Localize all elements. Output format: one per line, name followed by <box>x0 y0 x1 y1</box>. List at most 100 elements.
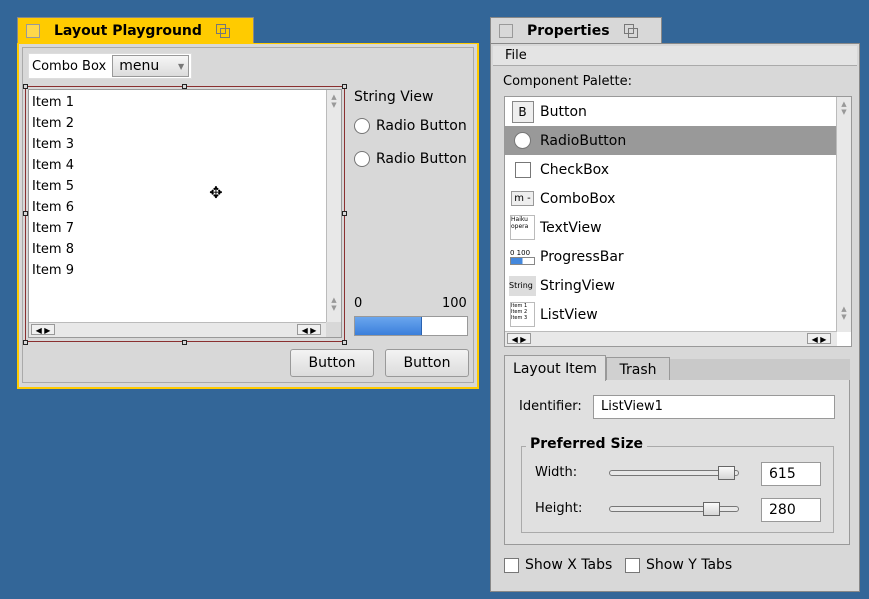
list-item[interactable]: Item 1 <box>29 92 74 113</box>
show-x-tabs-checkbox[interactable]: Show X Tabs <box>504 557 612 573</box>
height-slider-knob[interactable] <box>703 502 720 516</box>
stringview-preview-icon: String <box>509 272 536 299</box>
horizontal-scrollbar[interactable]: ◀ ▶ ◀ ▶ <box>29 322 327 337</box>
button-2[interactable]: Button <box>385 349 469 377</box>
palette-item-radiobutton[interactable]: RadioButton <box>505 126 836 155</box>
resize-handle-se[interactable] <box>342 340 347 345</box>
vertical-scrollbar[interactable]: ▲ ▼ ▲ ▼ <box>326 90 341 323</box>
combo-box-label: Combo Box <box>32 58 107 74</box>
identifier-label: Identifier: <box>519 399 582 414</box>
menu-file[interactable]: File <box>505 48 527 63</box>
component-palette-label: Component Palette: <box>503 74 633 89</box>
properties-window-tab[interactable]: Properties <box>490 17 662 43</box>
list-view[interactable]: Item 1 Item 2 Item 3 Item 4 Item 5 Item 6 Item… <box>28 89 342 338</box>
resize-handle-sw[interactable] <box>23 340 28 345</box>
close-box-icon[interactable] <box>499 23 513 38</box>
radio-button-1[interactable]: Radio Button <box>354 118 467 134</box>
tab-trash[interactable]: Trash <box>606 357 670 381</box>
scroll-up-arrow-icon[interactable]: ▲ ▼ <box>839 100 849 116</box>
tab-trash-label: Trash <box>619 361 657 378</box>
checkbox-icon <box>625 557 640 573</box>
close-box-icon[interactable] <box>26 23 40 38</box>
resize-handle-ne[interactable] <box>342 84 347 89</box>
list-item[interactable]: Item 6 <box>29 197 74 218</box>
menu-dropdown-icon: ▼ <box>178 61 185 71</box>
radio-button-2-label: Radio Button <box>376 151 467 167</box>
list-item[interactable]: Item 8 <box>29 239 74 260</box>
palette-item-button[interactable]: B Button <box>505 97 836 126</box>
resize-handle-n[interactable] <box>182 84 187 89</box>
resize-handle-nw[interactable] <box>23 84 28 89</box>
radio-button-2[interactable]: Radio Button <box>354 151 467 167</box>
width-label: Width: <box>535 465 578 480</box>
tab-strip-fill <box>670 359 850 381</box>
palette-item-label: TextView <box>540 219 602 236</box>
scroll-down-arrow-icon[interactable]: ▲ ▼ <box>839 305 849 321</box>
progress-max-label: 100 <box>442 296 467 311</box>
palette-item-textview[interactable]: Haiku opera TextView <box>505 213 836 242</box>
palette-item-label: ListView <box>540 306 598 323</box>
scroll-left-right-end-icon[interactable]: ◀ ▶ <box>807 333 831 344</box>
radio-circle-icon <box>354 151 370 167</box>
zoom-box-icon[interactable] <box>623 24 638 38</box>
palette-item-listview[interactable]: Item 1 Item 2 Item 3 ListView <box>505 300 836 329</box>
scroll-up-arrow-icon[interactable]: ▲ ▼ <box>329 93 339 109</box>
combo-box-value: menu <box>119 58 160 74</box>
playground-window: Combo Box menu ▼ Item 1 Item 2 Item 3 Item … <box>17 43 479 389</box>
listview-preview-icon: Item 1 Item 2 Item 3 <box>509 301 536 328</box>
list-item[interactable]: Item 5 <box>29 176 74 197</box>
palette-item-progressbar[interactable]: 0 100 ProgressBar <box>505 242 836 271</box>
combo-box[interactable]: Combo Box menu ▼ <box>28 53 192 79</box>
radio-preview-icon <box>509 127 536 154</box>
palette-item-combobox[interactable]: m - ComboBox <box>505 184 836 213</box>
tab-layout-item[interactable]: Layout Item <box>504 355 606 381</box>
zoom-box-icon[interactable] <box>215 24 230 38</box>
progressbar-preview-icon: 0 100 <box>509 243 536 270</box>
resize-handle-s[interactable] <box>182 340 187 345</box>
list-item[interactable]: Item 2 <box>29 113 74 134</box>
list-items: Item 1 Item 2 Item 3 Item 4 Item 5 Item 6 Item… <box>29 92 74 281</box>
list-item[interactable]: Item 3 <box>29 134 74 155</box>
palette-item-label: Button <box>540 103 587 120</box>
checkbox-preview-icon <box>509 156 536 183</box>
button-preview-icon: B <box>509 98 536 125</box>
menu-bar: File <box>493 46 857 66</box>
width-slider-knob[interactable] <box>718 466 735 480</box>
properties-window-title: Properties <box>527 22 610 39</box>
scroll-left-right-icon[interactable]: ◀ ▶ <box>31 324 55 335</box>
resize-handle-w[interactable] <box>23 211 28 216</box>
progress-min-label: 0 <box>354 296 363 311</box>
scroll-left-right-icon[interactable]: ◀ ▶ <box>507 333 531 344</box>
height-label: Height: <box>535 501 583 516</box>
radio-circle-icon <box>354 118 370 134</box>
combo-box-menu[interactable]: menu ▼ <box>112 55 190 77</box>
palette-item-stringview[interactable]: String StringView <box>505 271 836 300</box>
textview-preview-icon: Haiku opera <box>509 214 536 241</box>
playground-window-tab[interactable]: Layout Playground <box>17 17 254 43</box>
resize-handle-e[interactable] <box>342 211 347 216</box>
height-field[interactable]: 280 <box>761 498 821 522</box>
scroll-down-arrow-icon[interactable]: ▲ ▼ <box>329 296 339 312</box>
progress-fill <box>355 317 423 335</box>
width-field[interactable]: 615 <box>761 462 821 486</box>
palette-item-checkbox[interactable]: CheckBox <box>505 155 836 184</box>
combobox-preview-icon: m - <box>509 185 536 212</box>
list-item[interactable]: Item 4 <box>29 155 74 176</box>
palette-item-label: ProgressBar <box>540 248 624 265</box>
component-palette-list[interactable]: B Button RadioButton CheckBox m - ComboBox Hai… <box>504 96 852 347</box>
palette-item-label: CheckBox <box>540 161 610 178</box>
palette-item-label: StringView <box>540 277 616 294</box>
radio-button-1-label: Radio Button <box>376 118 467 134</box>
playground-window-title: Layout Playground <box>54 22 202 39</box>
palette-vertical-scrollbar[interactable]: ▲ ▼ ▲ ▼ <box>836 97 851 332</box>
show-y-tabs-label: Show Y Tabs <box>646 557 733 573</box>
identifier-field[interactable]: ListView1 <box>593 395 835 419</box>
scroll-left-right-end-icon[interactable]: ◀ ▶ <box>297 324 321 335</box>
palette-horizontal-scrollbar[interactable]: ◀ ▶ ◀ ▶ <box>505 331 837 346</box>
button-1[interactable]: Button <box>290 349 374 377</box>
show-y-tabs-checkbox[interactable]: Show Y Tabs <box>625 557 732 573</box>
list-item[interactable]: Item 7 <box>29 218 74 239</box>
list-item[interactable]: Item 9 <box>29 260 74 281</box>
layout-item-panel: Identifier: ListView1 Preferred Size Wid… <box>504 380 850 545</box>
show-x-tabs-label: Show X Tabs <box>525 557 613 573</box>
